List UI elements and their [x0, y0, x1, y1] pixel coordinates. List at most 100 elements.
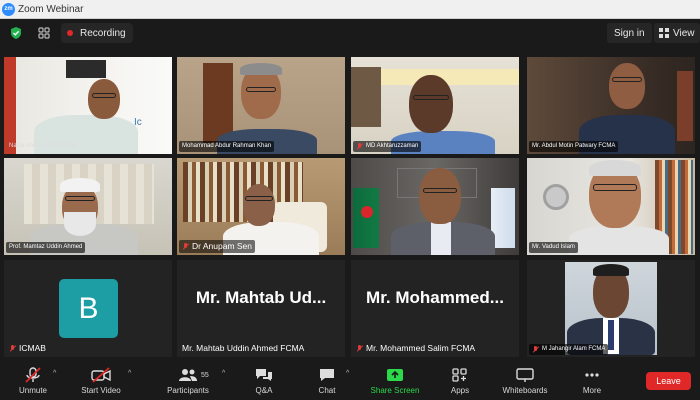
- participants-options-caret[interactable]: ^: [222, 370, 229, 377]
- video-options-caret[interactable]: ^: [128, 370, 135, 377]
- video-camera-off-icon: [91, 367, 111, 383]
- apps-button[interactable]: Apps: [444, 362, 476, 400]
- glasses: [612, 77, 642, 82]
- apps-icon: [452, 368, 467, 382]
- glasses: [413, 95, 449, 100]
- participants-label: Participants: [167, 386, 209, 395]
- person-head: [409, 75, 453, 133]
- qa-button[interactable]: Q&A: [248, 362, 280, 400]
- glasses: [245, 196, 273, 201]
- grid-icon[interactable]: [37, 26, 51, 40]
- participant-name-tag: Mohammad Abdur Rahman Khan: [179, 141, 275, 152]
- chat-label: Chat: [318, 386, 336, 395]
- person-head: [419, 168, 461, 224]
- start-video-label: Start Video: [81, 386, 121, 395]
- wall-fan: [543, 184, 569, 210]
- video-tile-9[interactable]: B ICMAB: [4, 260, 172, 357]
- sign-in-button[interactable]: Sign in: [607, 23, 652, 43]
- flag-stripe: [4, 57, 16, 154]
- glasses: [92, 93, 116, 98]
- video-tile-4[interactable]: Mr. Abdul Motin Patwary FCMA: [527, 57, 695, 154]
- view-label: View: [673, 27, 695, 39]
- whiteboards-button[interactable]: Whiteboards: [496, 362, 554, 400]
- sign-in-label: Sign in: [614, 27, 645, 39]
- video-tile-1[interactable]: Ic Nazia Ahmed ACS FCMA: [4, 57, 172, 154]
- tie: [608, 320, 614, 350]
- start-video-button[interactable]: Start Video: [74, 362, 128, 400]
- wall-decor: [351, 67, 381, 127]
- apps-label: Apps: [450, 386, 470, 395]
- glasses: [65, 196, 95, 201]
- more-button[interactable]: More: [576, 362, 608, 400]
- participant-name-tag: Nazia Ahmed ACS FCMA: [6, 141, 80, 152]
- shelf: [677, 71, 693, 141]
- flag-red-disc: [361, 206, 373, 218]
- unmute-button[interactable]: Unmute: [12, 362, 54, 400]
- meeting-topbar: Recording Sign in View: [0, 19, 700, 47]
- view-button[interactable]: View: [654, 23, 700, 43]
- whiteboards-label: Whiteboards: [502, 386, 548, 395]
- leave-button[interactable]: Leave: [646, 372, 691, 390]
- zoom-logo-icon: zm: [2, 2, 15, 16]
- participant-name: MD Akhtaruzzaman: [366, 143, 419, 149]
- video-tile-6[interactable]: Dr Anupam Sen: [177, 158, 345, 255]
- share-screen-icon: [387, 369, 403, 381]
- recording-indicator[interactable]: Recording: [61, 23, 133, 43]
- door-panel: [203, 63, 233, 143]
- participant-display-name: Mr. Mohammed...: [366, 288, 504, 307]
- whiteboard-icon: [516, 368, 534, 382]
- window-title: Zoom Webinar: [18, 3, 84, 15]
- participant-name: Dr Anupam Sen: [192, 241, 253, 251]
- participant-name-tag: Mr. Mohammed Salim FCMA: [353, 342, 478, 355]
- participant-name: Mr. Mohammed Salim FCMA: [366, 343, 476, 353]
- hair: [593, 264, 629, 276]
- beard: [64, 212, 96, 236]
- headphones: [66, 60, 106, 78]
- qa-icon: [256, 369, 272, 381]
- video-tile-8[interactable]: Mr. Vadud Islam: [527, 158, 695, 255]
- participants-button[interactable]: Participants: [160, 362, 216, 400]
- participant-name: Mr. Abdul Motin Patwary FCMA: [532, 143, 616, 149]
- share-screen-button[interactable]: Share Screen: [366, 362, 424, 400]
- shield-icon[interactable]: [9, 26, 23, 40]
- cap: [60, 178, 100, 192]
- participant-name-tag: M Jahangir Alam FCMA: [529, 344, 609, 355]
- participant-name: M Jahangir Alam FCMA: [542, 346, 606, 352]
- mic-muted-icon: [9, 344, 16, 353]
- chat-icon: [320, 369, 334, 381]
- participant-name: Prof. Mamtaz Uddin Ahmed: [9, 244, 83, 250]
- participants-icon: [179, 369, 197, 381]
- chat-options-caret[interactable]: ^: [346, 370, 353, 377]
- participant-name-tag: MD Akhtaruzzaman: [353, 141, 422, 152]
- banner-logo: Ic: [134, 117, 142, 128]
- more-dots-icon: [585, 373, 599, 377]
- participant-name-tag: Dr Anupam Sen: [179, 240, 256, 253]
- zoom-webinar-window: zm Zoom Webinar Recording Sign in View I…: [0, 0, 700, 400]
- record-dot-icon: [67, 30, 73, 36]
- participant-name-tag: Mr. Vadud Islam: [529, 242, 578, 253]
- microphone-muted-icon: [25, 367, 41, 383]
- video-tile-10[interactable]: Mr. Mahtab Ud... Mr. Mahtab Uddin Ahmed …: [177, 260, 345, 357]
- glasses: [423, 188, 457, 193]
- video-tile-3[interactable]: MD Akhtaruzzaman: [351, 57, 519, 154]
- video-tile-5[interactable]: Prof. Mamtaz Uddin Ahmed: [4, 158, 172, 255]
- video-tile-2[interactable]: Mohammad Abdur Rahman Khan: [177, 57, 345, 154]
- view-grid-icon: [659, 28, 669, 38]
- participant-name-tag: Mr. Abdul Motin Patwary FCMA: [529, 141, 619, 152]
- glasses: [246, 87, 276, 92]
- participants-count: 55: [201, 372, 209, 379]
- participant-name: Mohammad Abdur Rahman Khan: [182, 143, 272, 149]
- mic-muted-icon: [356, 344, 363, 353]
- person-head: [609, 63, 645, 109]
- participant-name: Mr. Mahtab Uddin Ahmed FCMA: [182, 343, 305, 353]
- participant-name: ICMAB: [19, 343, 46, 353]
- video-tile-12[interactable]: M Jahangir Alam FCMA: [527, 260, 695, 357]
- recording-label: Recording: [80, 27, 126, 39]
- share-screen-label: Share Screen: [370, 386, 420, 395]
- video-tile-11[interactable]: Mr. Mohammed... Mr. Mohammed Salim FCMA: [351, 260, 519, 357]
- chat-button[interactable]: Chat: [311, 362, 343, 400]
- participant-name-tag: Mr. Mahtab Uddin Ahmed FCMA: [179, 342, 307, 355]
- unmute-options-caret[interactable]: ^: [53, 370, 60, 377]
- participant-name-tag: ICMAB: [6, 342, 49, 355]
- video-tile-7[interactable]: [351, 158, 519, 255]
